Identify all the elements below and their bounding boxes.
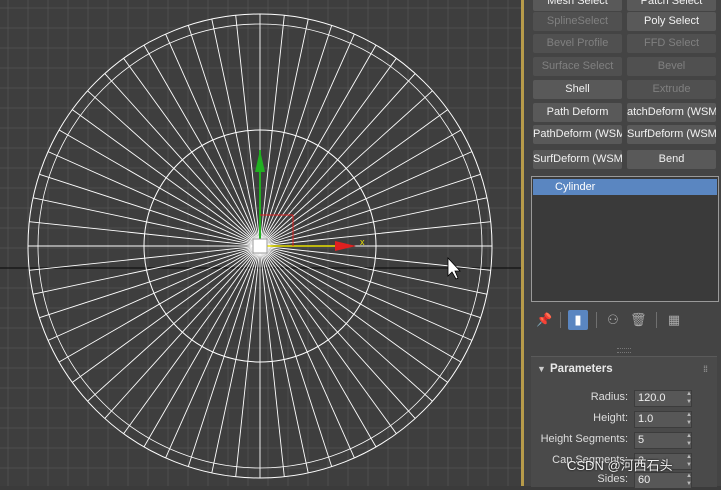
gizmo-y-arrow (255, 150, 265, 172)
radius-spinner[interactable]: ▲ ▼ (684, 390, 694, 407)
cylinder-spoke (259, 33, 355, 247)
modifier-button-poly-select[interactable]: Poly Select (627, 12, 716, 31)
modifier-button-bend[interactable]: Bend (627, 150, 716, 169)
modifier-button-path-deform[interactable]: Path Deform (533, 103, 622, 122)
cylinder-spoke (259, 245, 333, 467)
cylinder-spoke (33, 245, 261, 295)
sides-row: Sides: 60 ▲ ▼ (531, 472, 717, 490)
cylinder-spoke (259, 245, 309, 473)
height-label: Height: (593, 412, 628, 424)
cylinder-spoke (259, 245, 377, 448)
cylinder-spoke (123, 58, 261, 247)
mouse-cursor-icon (447, 256, 461, 280)
collapse-arrow-icon: ▼ (537, 364, 546, 374)
height-row: Height: 1.0 ▲ ▼ (531, 411, 717, 429)
cap-segments-spinner[interactable]: ▲ ▼ (684, 453, 694, 470)
modifier-button-surfdeform-wsm[interactable]: SurfDeform (WSM) (533, 150, 622, 169)
modifier-button-shell[interactable]: Shell (533, 80, 622, 99)
modifier-button-bevel[interactable]: Bevel (627, 57, 716, 76)
cylinder-spoke (259, 245, 355, 459)
modifier-button-ffd-select[interactable]: FFD Select (627, 34, 716, 53)
remove-modifier-icon[interactable]: 🗑 (630, 310, 647, 330)
cylinder-spoke (143, 44, 261, 247)
cylinder-spoke (259, 197, 487, 247)
modifier-button-atchdeform-wsm[interactable]: atchDeform (WSM (627, 103, 716, 122)
gizmo-center-box (252, 238, 268, 254)
gizmo-x-label: x (360, 237, 365, 247)
cylinder-spoke (259, 44, 377, 247)
modifier-button-pathdeform-wsm[interactable]: PathDeform (WSM) (533, 125, 622, 144)
show-end-result-icon[interactable]: ▮ (568, 310, 588, 330)
cylinder-spoke (259, 245, 433, 402)
modifier-button-mesh-select[interactable]: Mesh Select (533, 0, 622, 11)
make-unique-icon[interactable]: ⚇ (604, 310, 622, 330)
cylinder-spoke (187, 245, 261, 467)
cylinder-spoke (211, 245, 261, 473)
sides-label: Sides: (597, 473, 628, 485)
panel-resize-grip[interactable] (617, 348, 631, 353)
cylinder-spoke (259, 245, 285, 477)
cylinder-spoke (259, 245, 462, 363)
cylinder-spoke (123, 245, 261, 434)
modifier-button-extrude[interactable]: Extrude (627, 80, 716, 99)
cylinder-spoke (39, 245, 261, 319)
cylinder-spoke (259, 73, 416, 247)
cylinder-spoke (72, 109, 261, 247)
modifier-button-bevel-profile[interactable]: Bevel Profile (533, 34, 622, 53)
cylinder-spoke (211, 19, 261, 247)
parameters-rollout-header[interactable]: ▼ Parameters ⁞⁞ (531, 359, 717, 379)
cylinder-spoke (259, 25, 333, 247)
cylinder-spoke (165, 245, 261, 459)
cylinder-spoke (259, 245, 473, 341)
cylinder-spoke (259, 19, 309, 247)
modifier-button-surface-select[interactable]: Surface Select (533, 57, 622, 76)
cylinder-spoke (58, 245, 261, 363)
pin-stack-icon[interactable]: 📌 (536, 310, 552, 330)
cylinder-spoke (165, 33, 261, 247)
drag-handle-icon: ⁞⁞ (703, 364, 708, 374)
modifier-stack-item-cylinder[interactable]: Cylinder (533, 179, 717, 195)
height-segments-spinner[interactable]: ▲ ▼ (684, 432, 694, 449)
cylinder-spoke (259, 221, 491, 247)
modifier-button-patch-select[interactable]: Patch Select (627, 0, 716, 11)
radius-row: Radius: 120.0 ▲ ▼ (531, 390, 717, 408)
parameters-title: Parameters (550, 363, 613, 375)
cylinder-spoke (259, 15, 285, 247)
cylinder-spoke (87, 245, 261, 402)
viewport-perspective[interactable]: x (0, 0, 521, 486)
height-spinner[interactable]: ▲ ▼ (684, 411, 694, 428)
modifier-stack-list[interactable]: Cylinder (531, 176, 719, 302)
sides-spinner[interactable]: ▲ ▼ (684, 472, 694, 489)
gizmo-x-arrow (335, 241, 356, 251)
viewport-canvas[interactable]: x (0, 0, 521, 486)
cylinder-spoke (33, 197, 261, 247)
watermark: CSDN @河西石头 (567, 458, 673, 473)
cylinder-spoke (39, 173, 261, 247)
cylinder-spoke (29, 221, 261, 247)
height-segments-row: Height Segments: 5 ▲ ▼ (531, 432, 717, 450)
cylinder-spoke (29, 245, 261, 271)
cylinder-spoke (143, 245, 261, 448)
configure-modifier-sets-icon[interactable]: ▦ (665, 310, 683, 330)
cylinder-spoke (259, 151, 473, 247)
height-segments-label: Height Segments: (540, 433, 628, 445)
cylinder-spoke (259, 245, 416, 419)
modifier-button-splineselect[interactable]: SplineSelect (533, 12, 622, 31)
radius-label: Radius: (590, 391, 628, 403)
cylinder-spoke (187, 25, 261, 247)
cylinder-spoke (72, 245, 261, 383)
modifier-button-surfdeform-wsm[interactable]: SurfDeform (WSM) (627, 125, 716, 144)
